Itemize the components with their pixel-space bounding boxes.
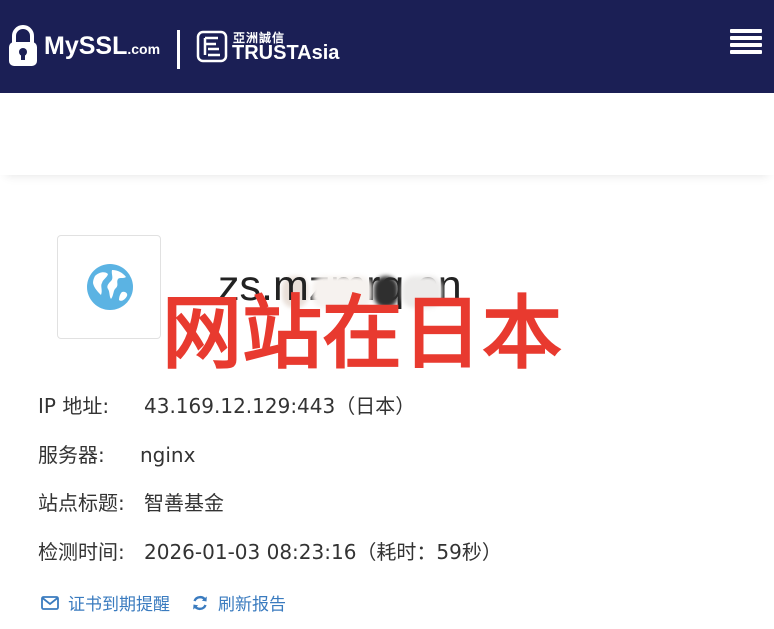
refresh-icon	[193, 595, 207, 610]
detail-row-title: 站点标题: 智善基金	[38, 487, 224, 516]
detail-label: 检测时间:	[38, 540, 125, 564]
detail-value: 43.169.12.129:443（日本）	[144, 394, 416, 418]
myssl-logo[interactable]: MySSL.com	[8, 24, 160, 68]
cert-reminder-label: 证书到期提醒	[68, 595, 170, 615]
brand-divider	[177, 30, 180, 69]
trustasia-emblem-icon	[196, 30, 228, 63]
detail-row-server: 服务器: nginx	[38, 439, 195, 468]
detail-label: 服务器:	[38, 443, 105, 467]
globe-icon	[87, 264, 133, 310]
cert-reminder-link[interactable]: 证书到期提醒	[40, 590, 170, 615]
site-favicon-box	[57, 235, 161, 339]
detail-value: 智善基金	[144, 491, 224, 515]
mail-icon	[41, 595, 59, 610]
top-navbar: MySSL.com 亞洲誠信 TRUSTAsia	[0, 0, 774, 93]
detail-value: 2026-01-03 08:23:16（耗时：59秒）	[144, 540, 502, 564]
detail-label: IP 地址:	[38, 394, 110, 418]
partner-name-en: TRUSTAsia	[232, 42, 340, 64]
header-spacer	[0, 93, 774, 175]
detail-row-time: 检测时间: 2026-01-03 08:23:16（耗时：59秒）	[38, 536, 502, 565]
detail-row-ip: IP 地址: 43.169.12.129:443（日本）	[38, 390, 415, 419]
detail-value: nginx	[140, 443, 196, 467]
refresh-report-label: 刷新报告	[218, 595, 286, 615]
brand-name-main: MySSL	[44, 31, 128, 60]
hamburger-menu-icon[interactable]	[730, 29, 762, 59]
refresh-report-link[interactable]: 刷新报告	[190, 590, 286, 615]
location-annotation: 网站在日本	[162, 287, 562, 380]
brand-suffix: .com	[127, 40, 161, 57]
detail-label: 站点标题:	[38, 491, 125, 515]
report-actions: 证书到期提醒 刷新报告	[40, 590, 286, 615]
lock-icon	[9, 25, 37, 66]
brand-name: MySSL.com	[44, 32, 160, 61]
